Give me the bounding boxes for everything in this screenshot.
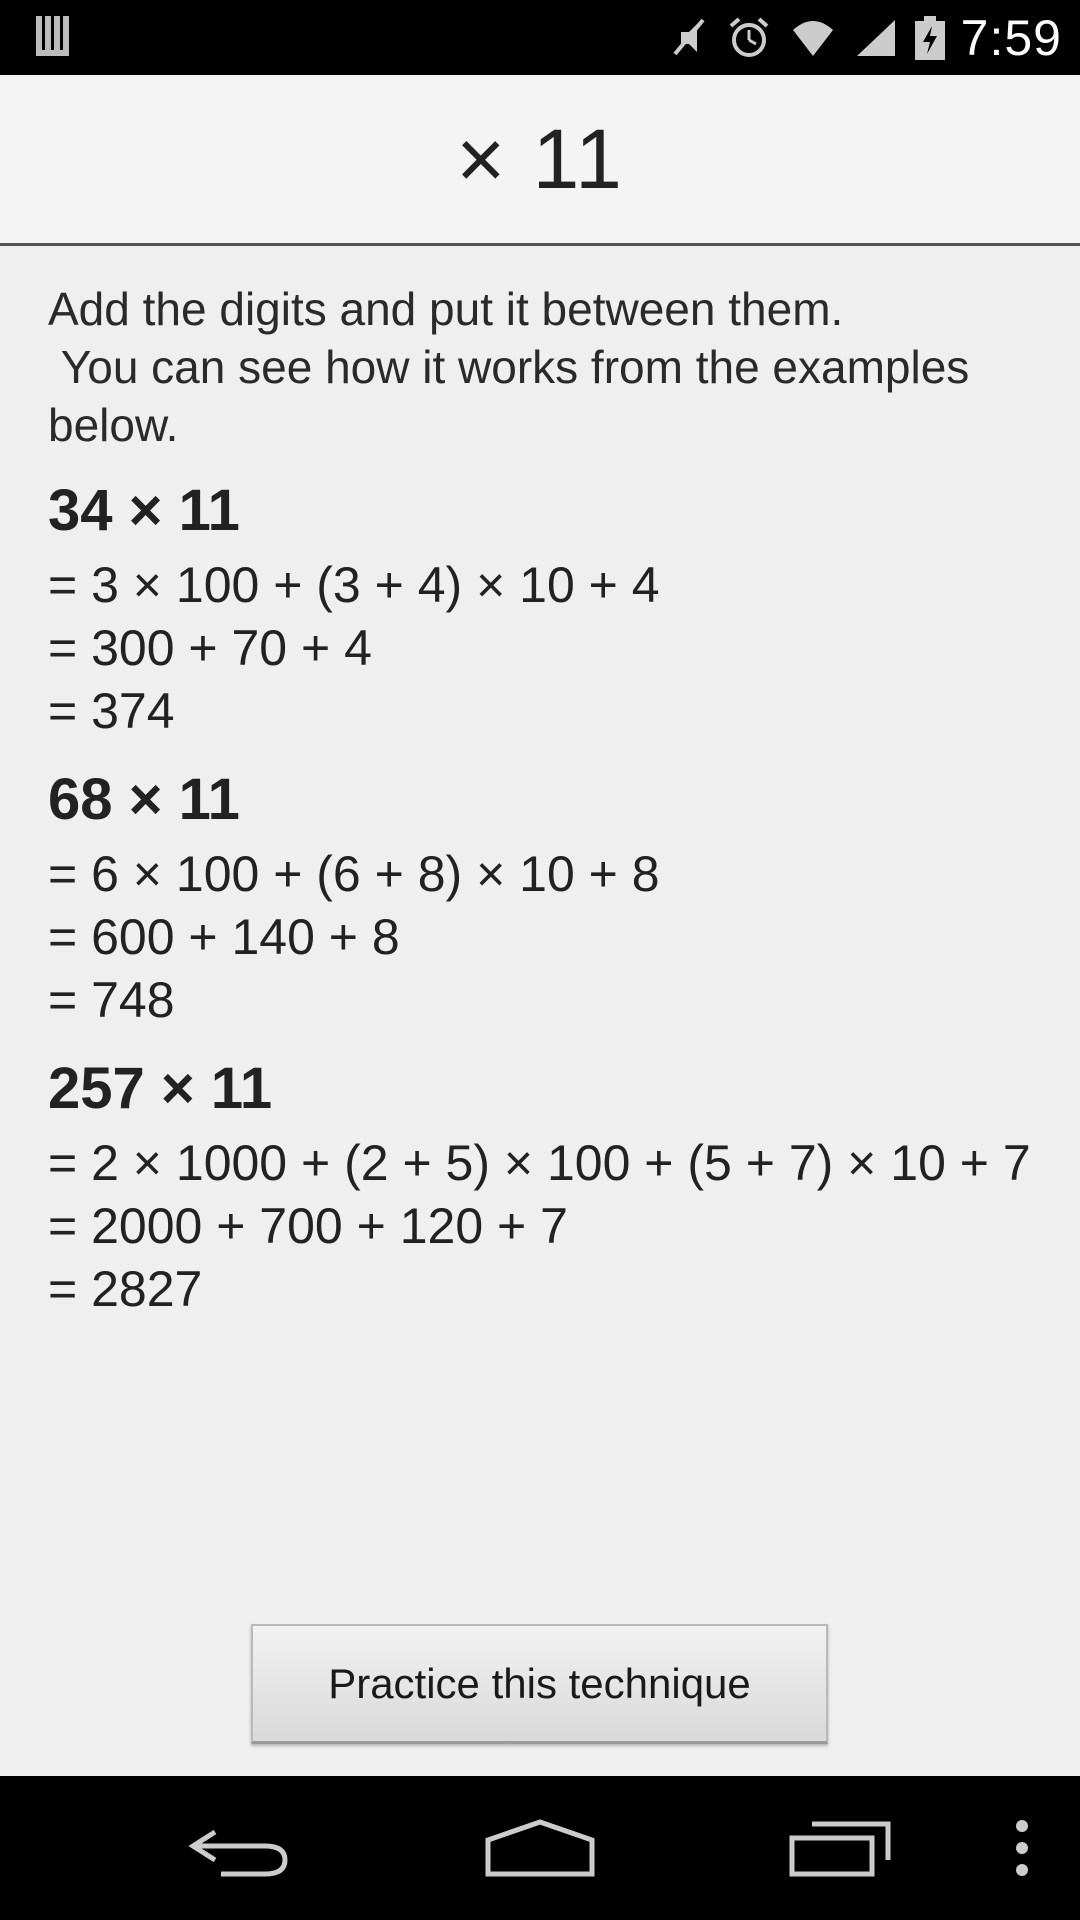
overflow-menu-button[interactable] — [1000, 1796, 1044, 1900]
example-step: = 600 + 140 + 8 — [48, 909, 400, 965]
technique-content: Add the digits and put it between them. … — [48, 280, 1038, 1321]
practice-button[interactable]: Practice this technique — [251, 1624, 828, 1744]
example-heading: 68 × 11 — [48, 767, 240, 832]
example-result: = 2827 — [48, 1261, 203, 1317]
example-step: = 6 × 100 + (6 + 8) × 10 + 8 — [48, 846, 660, 902]
example-heading: 34 × 11 — [48, 478, 240, 543]
status-bar: 7:59 — [0, 0, 1080, 75]
example-1: 34 × 11 = 3 × 100 + (3 + 4) × 10 + 4 = 3… — [48, 476, 1038, 743]
wifi-icon — [792, 21, 833, 56]
recents-button[interactable] — [780, 1796, 900, 1900]
example-step: = 3 × 100 + (3 + 4) × 10 + 4 — [48, 557, 660, 613]
example-heading: 257 × 11 — [48, 1056, 273, 1121]
home-button[interactable] — [480, 1796, 600, 1900]
battery-charging-icon — [914, 16, 945, 60]
mute-icon — [673, 18, 705, 56]
signal-icon — [856, 20, 895, 56]
home-icon — [485, 1819, 595, 1877]
intro-text: Add the digits and put it between them. … — [48, 283, 970, 451]
back-icon — [188, 1829, 288, 1877]
overflow-menu-icon — [1016, 1820, 1028, 1876]
back-button[interactable] — [180, 1796, 300, 1900]
recents-icon — [789, 1821, 891, 1877]
notification-bars-icon — [36, 16, 69, 56]
example-result: = 748 — [48, 972, 175, 1028]
example-3: 257 × 11 = 2 × 1000 + (2 + 5) × 100 + (5… — [48, 1054, 1038, 1321]
page-title: × 11 — [456, 111, 624, 206]
example-step: = 300 + 70 + 4 — [48, 620, 372, 676]
example-step: = 2000 + 700 + 120 + 7 — [48, 1198, 568, 1254]
status-time: 7:59 — [960, 10, 1062, 66]
example-step: = 2 × 1000 + (2 + 5) × 100 + (5 + 7) × 1… — [48, 1135, 1031, 1191]
example-2: 68 × 11 = 6 × 100 + (6 + 8) × 10 + 8 = 6… — [48, 765, 1038, 1032]
alarm-icon — [729, 17, 768, 57]
navigation-bar — [0, 1776, 1080, 1920]
app-header: × 11 — [0, 75, 1080, 246]
example-result: = 374 — [48, 683, 175, 739]
